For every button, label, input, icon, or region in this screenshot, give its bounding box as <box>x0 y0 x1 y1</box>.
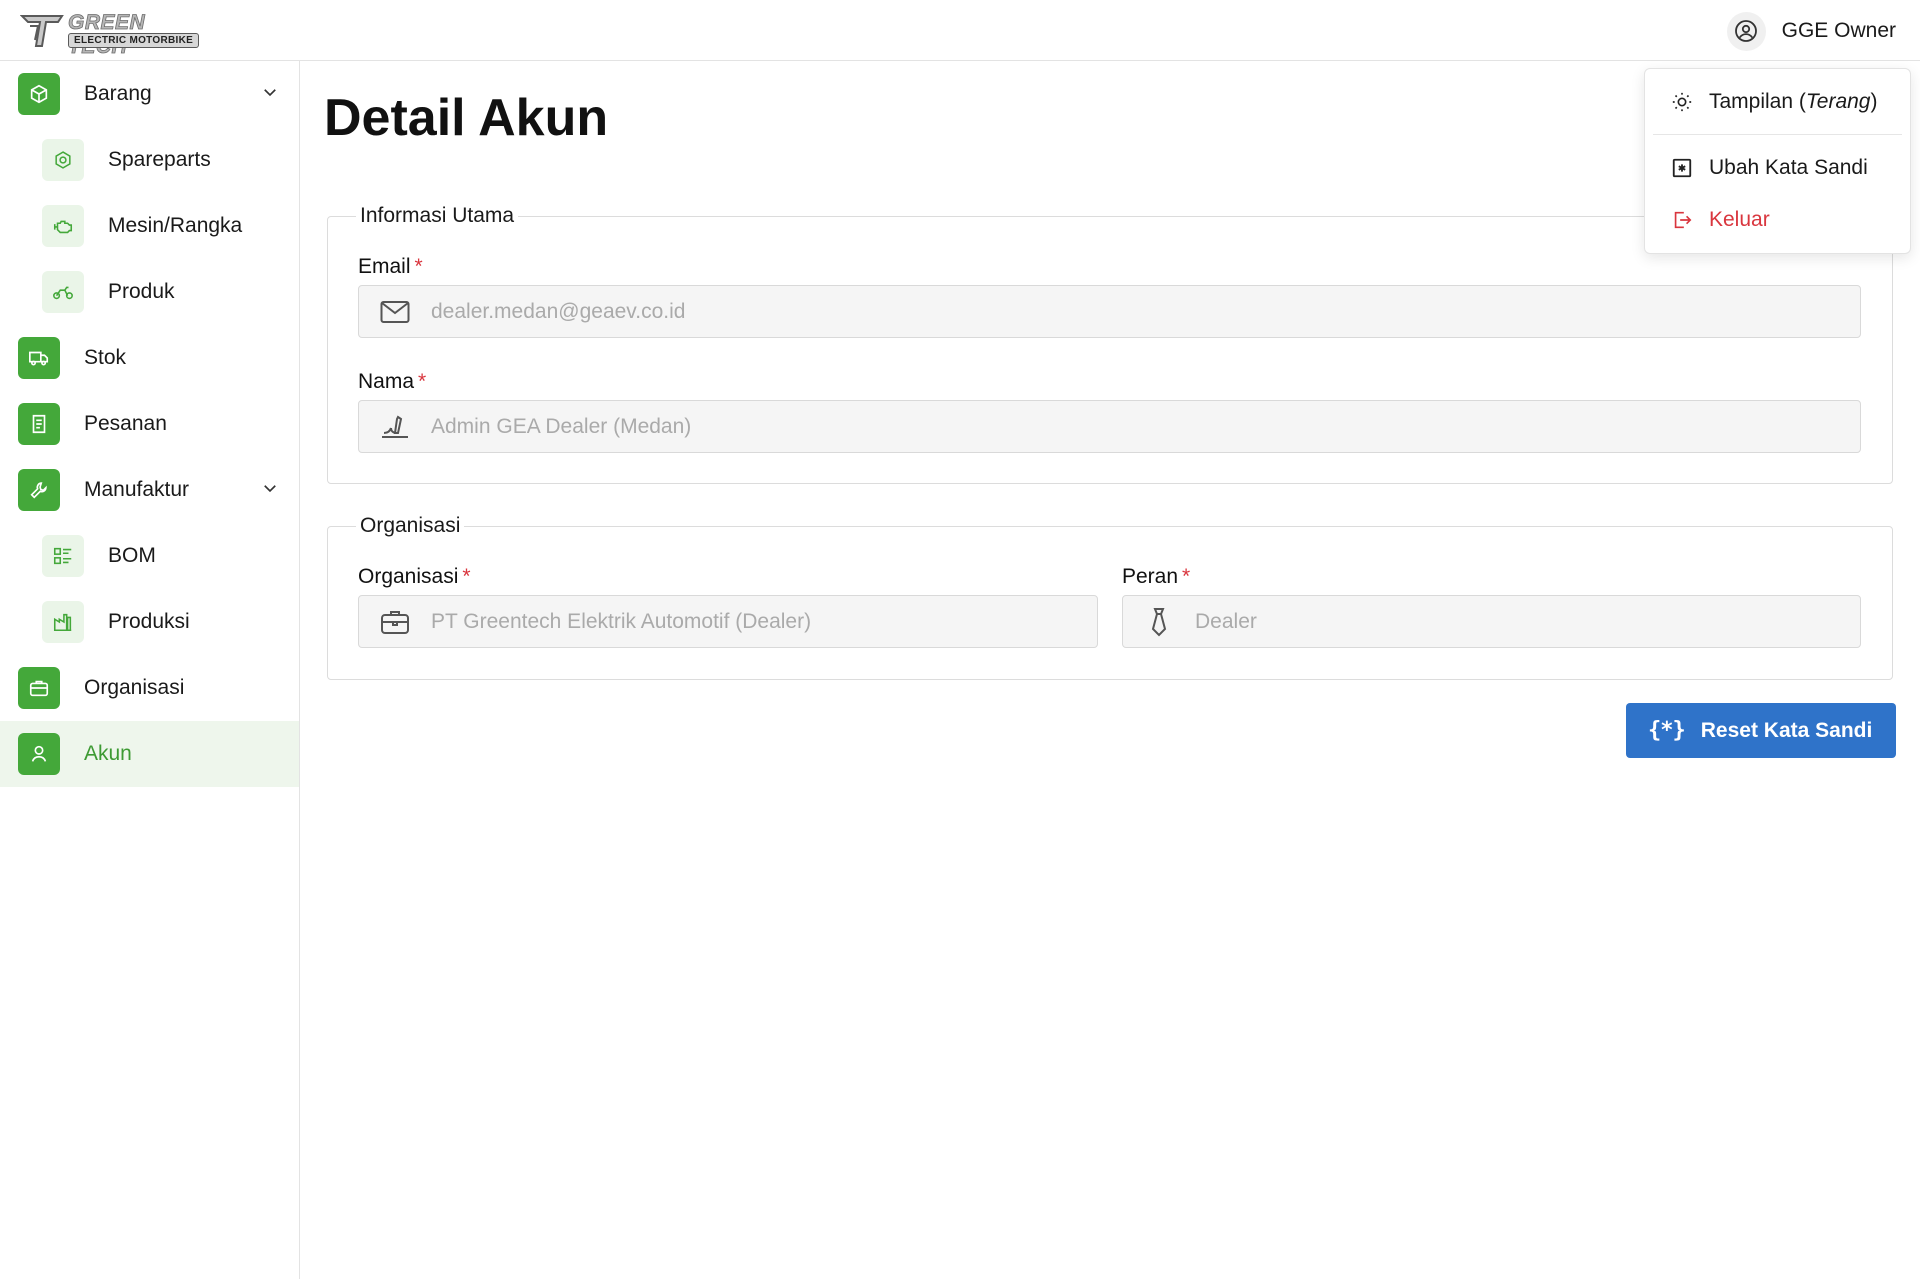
sidebar-item-label: Produk <box>108 280 175 303</box>
sidebar-item-mesin-rangka[interactable]: Mesin/Rangka <box>0 193 299 259</box>
user-menu-dropdown: Tampilan (Terang) Ubah Kata Sandi Keluar <box>1644 68 1911 254</box>
menu-divider <box>1653 134 1902 135</box>
list-icon <box>42 535 84 577</box>
password-icon <box>1669 155 1695 181</box>
organisasi-input[interactable] <box>431 609 1059 634</box>
peran-field[interactable] <box>1122 595 1861 648</box>
asterisk-braces-icon: {*} <box>1648 718 1686 743</box>
avatar <box>1726 11 1766 51</box>
briefcase-icon <box>379 606 411 638</box>
box-icon <box>18 73 60 115</box>
sidebar-item-label: Produksi <box>108 610 190 633</box>
factory-icon <box>42 601 84 643</box>
reset-password-button[interactable]: {*} Reset Kata Sandi <box>1626 703 1896 758</box>
menu-item-logout[interactable]: Keluar <box>1645 197 1910 243</box>
receipt-icon <box>18 403 60 445</box>
nut-icon <box>42 139 84 181</box>
theme-label: Tampilan (Terang) <box>1709 90 1878 114</box>
truck-icon <box>18 337 60 379</box>
nama-field[interactable] <box>358 400 1861 453</box>
wrench-icon <box>18 469 60 511</box>
sidebar-item-label: BOM <box>108 544 156 567</box>
chevron-down-icon[interactable] <box>261 83 279 101</box>
peran-input[interactable] <box>1195 609 1822 634</box>
sidebar-item-produk[interactable]: Produk <box>0 259 299 325</box>
sidebar-item-bom[interactable]: BOM <box>0 523 299 589</box>
change-password-label: Ubah Kata Sandi <box>1709 156 1868 179</box>
engine-icon <box>42 205 84 247</box>
email-input[interactable] <box>431 299 1707 324</box>
theme-label-prefix: Tampilan ( <box>1709 90 1806 113</box>
sidebar-item-stok[interactable]: Stok <box>0 325 299 391</box>
user-name: GGE Owner <box>1781 19 1896 42</box>
organisasi-label: Organisasi * <box>358 565 471 589</box>
sidebar-item-label: Spareparts <box>108 148 211 171</box>
sidebar-item-label: Mesin/Rangka <box>108 214 243 237</box>
theme-label-suffix: ) <box>1870 90 1878 113</box>
sidebar-item-akun[interactable]: Akun <box>0 721 299 787</box>
nama-label: Nama * <box>358 370 426 394</box>
tie-icon <box>1143 606 1175 638</box>
sidebar-item-label: Akun <box>84 742 132 765</box>
logo-subtitle: ELECTRIC MOTORBIKE <box>68 33 200 48</box>
sidebar-item-barang[interactable]: Barang <box>0 61 299 127</box>
logo-wordmark: GREEN TECH ELECTRIC MOTORBIKE <box>66 11 202 58</box>
user-icon <box>18 733 60 775</box>
peran-label: Peran * <box>1122 565 1190 589</box>
top-header: GREEN TECH ELECTRIC MOTORBIKE GGE Owner <box>0 0 1920 61</box>
sidebar: Barang Spareparts Mesin/Rangka Produk St… <box>0 61 300 1279</box>
sidebar-item-produksi[interactable]: Produksi <box>0 589 299 655</box>
required-mark: * <box>418 370 427 393</box>
email-label-text: Email <box>358 255 411 278</box>
sidebar-item-label: Manufaktur <box>84 478 190 501</box>
sidebar-item-label: Stok <box>84 346 127 369</box>
sidebar-item-organisasi[interactable]: Organisasi <box>0 655 299 721</box>
reset-password-label: Reset Kata Sandi <box>1700 718 1873 742</box>
menu-item-theme[interactable]: Tampilan (Terang) <box>1645 79 1910 125</box>
organisasi-field[interactable] <box>358 595 1098 648</box>
peran-label-text: Peran <box>1122 565 1179 588</box>
required-mark: * <box>414 255 423 278</box>
page-title: Detail Akun <box>324 89 609 147</box>
logout-icon <box>1669 207 1695 233</box>
section-legend: Informasi Utama <box>360 204 515 227</box>
sun-icon <box>1669 89 1695 115</box>
theme-value: Terang <box>1805 90 1871 113</box>
sidebar-item-label: Organisasi <box>84 676 185 699</box>
greentech-logo-icon <box>20 15 64 47</box>
mail-icon <box>379 296 411 328</box>
sidebar-item-pesanan[interactable]: Pesanan <box>0 391 299 457</box>
email-label: Email * <box>358 255 423 279</box>
motorbike-icon <box>42 271 84 313</box>
briefcase-icon <box>18 667 60 709</box>
logout-label: Keluar <box>1709 208 1770 231</box>
email-field[interactable] <box>358 285 1861 338</box>
sidebar-item-label: Barang <box>84 82 152 105</box>
menu-item-change-password[interactable]: Ubah Kata Sandi <box>1645 145 1910 191</box>
sidebar-item-manufaktur[interactable]: Manufaktur <box>0 457 299 523</box>
required-mark: * <box>1182 565 1191 588</box>
sidebar-item-spareparts[interactable]: Spareparts <box>0 127 299 193</box>
user-menu-button[interactable]: GGE Owner <box>1726 11 1896 51</box>
nama-input[interactable] <box>431 414 1707 439</box>
organisasi-label-text: Organisasi <box>358 565 459 588</box>
brand-logo[interactable]: GREEN TECH ELECTRIC MOTORBIKE <box>20 11 202 58</box>
user-circle-icon <box>1735 20 1758 42</box>
chevron-down-icon[interactable] <box>261 479 279 497</box>
required-mark: * <box>462 565 471 588</box>
section-legend: Organisasi <box>360 514 461 537</box>
sidebar-item-label: Pesanan <box>84 412 167 435</box>
nama-label-text: Nama <box>358 370 415 393</box>
signature-icon <box>379 411 411 443</box>
